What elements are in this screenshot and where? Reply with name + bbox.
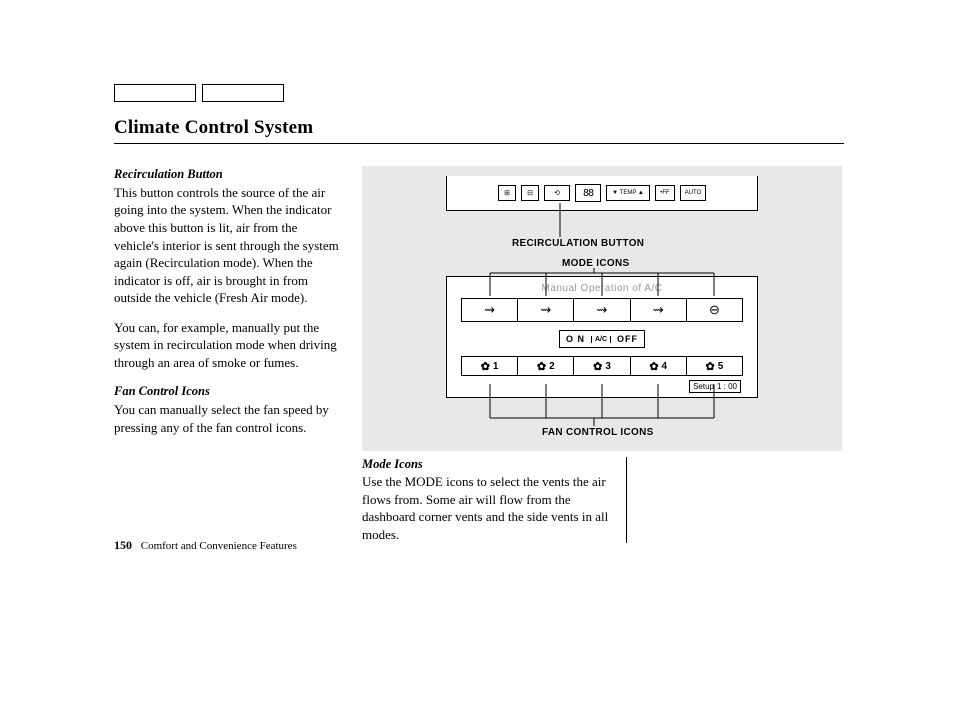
top-control-strip: ⊞ ⊟ ⟲ 88 ▼ TEMP ▲ •FF AUTO <box>446 176 758 211</box>
fan-speed-1: ✿1 <box>462 357 518 375</box>
time-value: 1 : 00 <box>717 382 737 391</box>
fan-icons-label: FAN CONTROL ICONS <box>542 427 654 438</box>
ac-on-label: O N <box>560 334 591 344</box>
fan-body: You can manually select the fan speed by… <box>114 401 344 436</box>
fan-speed-5: ✿5 <box>687 357 742 375</box>
chapter-name: Comfort and Convenience Features <box>141 540 297 552</box>
fan-heading: Fan Control Icons <box>114 383 344 400</box>
ac-label: A/C <box>591 336 611 343</box>
fan-speed-3: ✿3 <box>574 357 630 375</box>
off-button: •FF <box>655 185 675 201</box>
auto-button: AUTO <box>680 185 706 201</box>
temp-adjust-button: ▼ TEMP ▲ <box>606 185 650 201</box>
fan-speed-2: ✿2 <box>518 357 574 375</box>
defrost-front-button: ⊞ <box>498 185 516 201</box>
fan-icon-row: ✿1 ✿2 ✿3 ✿4 ✿5 <box>461 356 743 376</box>
page-number: 150 <box>114 538 132 552</box>
recirculation-body-2: You can, for example, manually put the s… <box>114 319 344 372</box>
fan-icon: ✿ <box>706 360 715 373</box>
mode-face-floor-icon: ⇝ <box>518 299 574 321</box>
mode-defrost-icon: ⊖ <box>687 299 742 321</box>
mode-body: Use the MODE icons to select the vents t… <box>362 473 614 543</box>
setup-label: Setup <box>693 382 714 391</box>
panel-title: Manual Operation of A/C <box>447 277 757 298</box>
right-column: ⊞ ⊟ ⟲ 88 ▼ TEMP ▲ •FF AUTO RECIRCULATION… <box>362 166 842 543</box>
page-title: Climate Control System <box>114 117 844 144</box>
recirculation-heading: Recirculation Button <box>114 166 344 183</box>
mode-icons-label: MODE ICONS <box>562 258 629 269</box>
mode-face-icon: ⇝ <box>462 299 518 321</box>
mode-caption-block: Mode Icons Use the MODE icons to select … <box>362 457 627 543</box>
left-column: Recirculation Button This button control… <box>114 166 344 543</box>
ac-toggle-row: O N A/C OFF <box>447 330 757 348</box>
page-footer: 150 Comfort and Convenience Features <box>114 538 297 553</box>
recirculation-body-1: This button controls the source of the a… <box>114 184 344 307</box>
setup-time-box: Setup 1 : 00 <box>689 380 741 393</box>
ac-off-label: OFF <box>611 334 644 344</box>
recirculation-button: ⟲ <box>544 185 570 201</box>
mode-heading: Mode Icons <box>362 457 614 472</box>
defrost-rear-button: ⊟ <box>521 185 539 201</box>
touch-panel: Manual Operation of A/C ⇝ ⇝ ⇝ ⇝ ⊖ O N A/… <box>446 276 758 398</box>
header-placeholder-boxes <box>114 84 844 107</box>
mode-icon-row: ⇝ ⇝ ⇝ ⇝ ⊖ <box>461 298 743 322</box>
fan-icon: ✿ <box>481 360 490 373</box>
fan-speed-4: ✿4 <box>631 357 687 375</box>
fan-icon: ✿ <box>593 360 602 373</box>
recirculation-label: RECIRCULATION BUTTON <box>512 238 644 249</box>
manual-page: Climate Control System Recirculation But… <box>114 84 844 543</box>
temperature-display: 88 <box>575 184 601 202</box>
mode-floor-icon: ⇝ <box>574 299 630 321</box>
fan-icon: ✿ <box>649 360 658 373</box>
mode-floor-defrost-icon: ⇝ <box>631 299 687 321</box>
fan-icon: ✿ <box>537 360 546 373</box>
control-panel-figure: ⊞ ⊟ ⟲ 88 ▼ TEMP ▲ •FF AUTO RECIRCULATION… <box>362 166 842 451</box>
